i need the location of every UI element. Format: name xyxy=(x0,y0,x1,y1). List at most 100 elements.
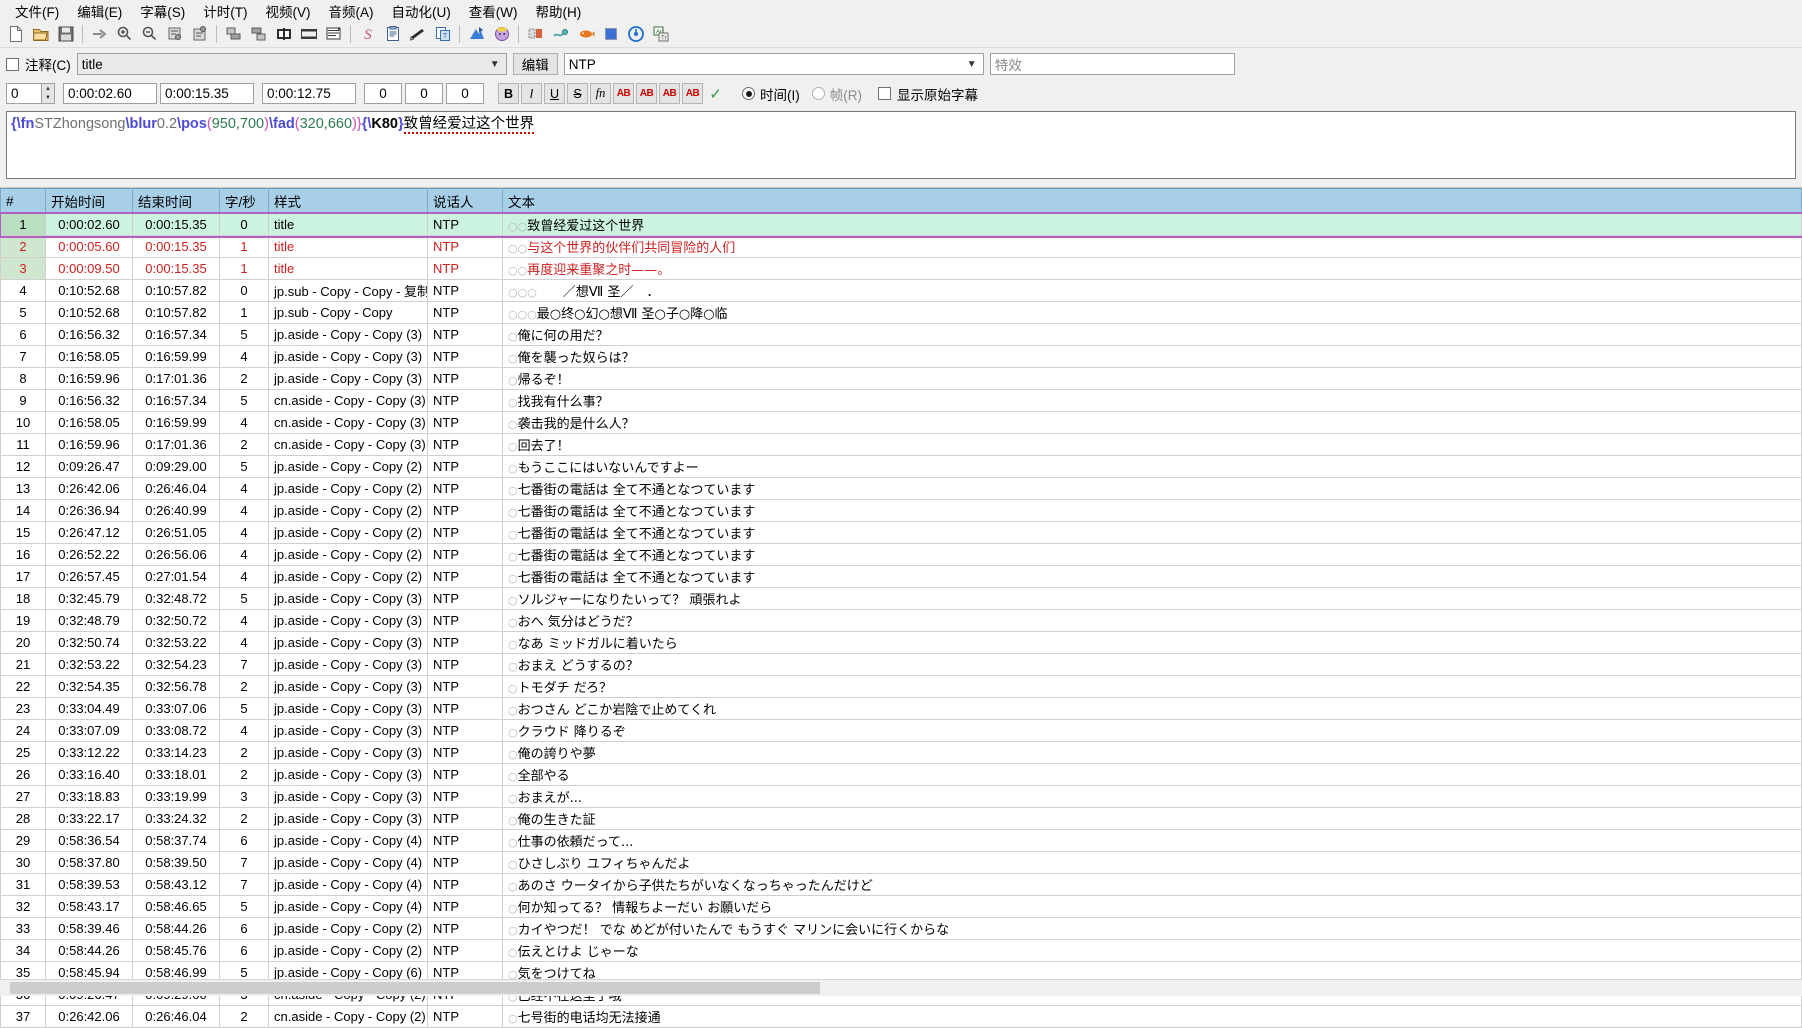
time-radio[interactable] xyxy=(742,87,755,100)
col-header-actor[interactable]: 说话人 xyxy=(428,189,503,214)
style-dropdown[interactable]: title ▼ xyxy=(77,53,507,75)
grid-cell-index[interactable]: 26 xyxy=(1,764,46,786)
grid-cell-text[interactable]: ○俺の生きた証 xyxy=(503,808,1802,830)
timecodes-icon[interactable] xyxy=(623,22,648,46)
grid-cell-index[interactable]: 12 xyxy=(1,456,46,478)
grid-cell-text[interactable]: ○袭击我的是什么人？ xyxy=(503,412,1802,434)
grid-cell-end[interactable]: 0:32:54.23 xyxy=(133,654,220,676)
grid-cell-text[interactable]: ○何か知ってる？ 情報ちよーだい お願いだら xyxy=(503,896,1802,918)
grid-cell-text[interactable]: ○回去了！ xyxy=(503,434,1802,456)
grid-cell-cps[interactable]: 3 xyxy=(220,786,269,808)
grid-cell-end[interactable]: 0:33:08.72 xyxy=(133,720,220,742)
grid-cell-actor[interactable]: NTP xyxy=(428,1006,503,1028)
grid-cell-style[interactable]: jp.aside - Copy - Copy (3) xyxy=(269,698,428,720)
grid-cell-start[interactable]: 0:09:26.47 xyxy=(46,456,133,478)
edit-style-button[interactable]: 编辑 xyxy=(513,53,558,75)
bold-button[interactable]: B xyxy=(498,83,519,104)
grid-cell-text[interactable]: ○俺を襲った奴らは？ xyxy=(503,346,1802,368)
grid-cell-cps[interactable]: 4 xyxy=(220,566,269,588)
grid-cell-text[interactable]: ○七番街の電話は 全て不通となつています xyxy=(503,522,1802,544)
grid-cell-actor[interactable]: NTP xyxy=(428,588,503,610)
grid-cell-cps[interactable]: 1 xyxy=(220,236,269,258)
open-folder-icon[interactable] xyxy=(28,22,53,46)
grid-cell-start[interactable]: 0:32:48.79 xyxy=(46,610,133,632)
col-header-start[interactable]: 开始时间 xyxy=(46,189,133,214)
grid-cell-index[interactable]: 23 xyxy=(1,698,46,720)
grid-cell-actor[interactable]: NTP xyxy=(428,852,503,874)
attachments-icon[interactable] xyxy=(380,22,405,46)
col-header-text[interactable]: 文本 xyxy=(503,189,1802,214)
grid-cell-start[interactable]: 0:32:45.79 xyxy=(46,588,133,610)
grid-cell-start[interactable]: 0:58:36.54 xyxy=(46,830,133,852)
grid-cell-cps[interactable]: 7 xyxy=(220,654,269,676)
grid-cell-cps[interactable]: 5 xyxy=(220,588,269,610)
table-row[interactable]: 340:58:44.260:58:45.766jp.aside - Copy -… xyxy=(1,940,1802,962)
grid-cell-cps[interactable]: 4 xyxy=(220,412,269,434)
grid-cell-cps[interactable]: 0 xyxy=(220,280,269,302)
grid-cell-index[interactable]: 18 xyxy=(1,588,46,610)
grid-cell-end[interactable]: 0:17:01.36 xyxy=(133,434,220,456)
timing-post-icon[interactable] xyxy=(321,22,346,46)
comment-checkbox[interactable] xyxy=(6,58,19,71)
table-row[interactable]: 330:58:39.460:58:44.266jp.aside - Copy -… xyxy=(1,918,1802,940)
grid-cell-text[interactable]: ○おへ 気分はどうだ？ xyxy=(503,610,1802,632)
grid-cell-start[interactable]: 0:00:02.60 xyxy=(46,214,133,236)
margin-vertical-field[interactable]: 0 xyxy=(446,83,484,104)
grid-cell-style[interactable]: jp.aside - Copy - Copy (2) xyxy=(269,456,428,478)
grid-cell-index[interactable]: 24 xyxy=(1,720,46,742)
grid-cell-text[interactable]: ○○与这个世界的伙伴们共同冒险的人们 xyxy=(503,236,1802,258)
grid-cell-cps[interactable]: 1 xyxy=(220,302,269,324)
grid-cell-end[interactable]: 0:16:57.34 xyxy=(133,324,220,346)
margin-left-field[interactable]: 0 xyxy=(364,83,402,104)
grid-cell-index[interactable]: 14 xyxy=(1,500,46,522)
grid-cell-start[interactable]: 0:26:57.45 xyxy=(46,566,133,588)
actor-dropdown[interactable]: NTP ▼ xyxy=(564,53,984,75)
grid-cell-style[interactable]: jp.aside - Copy - Copy (3) xyxy=(269,346,428,368)
duration-field[interactable]: 0:00:12.75 xyxy=(262,83,356,104)
grid-cell-index[interactable]: 5 xyxy=(1,302,46,324)
grid-cell-end[interactable]: 0:32:56.78 xyxy=(133,676,220,698)
grid-cell-cps[interactable]: 5 xyxy=(220,324,269,346)
grid-cell-start[interactable]: 0:58:43.17 xyxy=(46,896,133,918)
grid-cell-actor[interactable]: NTP xyxy=(428,346,503,368)
grid-cell-cps[interactable]: 6 xyxy=(220,830,269,852)
grid-cell-text[interactable]: ○七番街の電話は 全て不通となつています xyxy=(503,500,1802,522)
grid-cell-cps[interactable]: 4 xyxy=(220,720,269,742)
grid-cell-text[interactable]: ○おまえ どうするの？ xyxy=(503,654,1802,676)
grid-cell-actor[interactable]: NTP xyxy=(428,500,503,522)
grid-cell-text[interactable]: ○七番街の電話は 全て不通となつています xyxy=(503,566,1802,588)
grid-cell-actor[interactable]: NTP xyxy=(428,786,503,808)
shift-times-icon[interactable] xyxy=(523,22,548,46)
grid-cell-start[interactable]: 0:32:54.35 xyxy=(46,676,133,698)
select-lines-icon[interactable] xyxy=(598,22,623,46)
grid-cell-cps[interactable]: 4 xyxy=(220,610,269,632)
table-row[interactable]: 90:16:56.320:16:57.345cn.aside - Copy - … xyxy=(1,390,1802,412)
grid-cell-style[interactable]: jp.aside - Copy - Copy (3) xyxy=(269,632,428,654)
grid-cell-text[interactable]: ○カイやつだ！ でな めどが付いたんで もうすぐ マリンに会いに行くからな xyxy=(503,918,1802,940)
horizontal-scrollbar[interactable] xyxy=(0,979,1802,996)
table-row[interactable]: 320:58:43.170:58:46.655jp.aside - Copy -… xyxy=(1,896,1802,918)
grid-cell-style[interactable]: cn.aside - Copy - Copy (3) xyxy=(269,390,428,412)
horizontal-scrollbar-thumb[interactable] xyxy=(10,982,820,994)
grid-cell-style[interactable]: jp.aside - Copy - Copy (3) xyxy=(269,786,428,808)
grid-cell-actor[interactable]: NTP xyxy=(428,390,503,412)
grid-cell-cps[interactable]: 1 xyxy=(220,258,269,280)
grid-cell-index[interactable]: 11 xyxy=(1,434,46,456)
grid-cell-text[interactable]: ○○致曾经爱过这个世界 xyxy=(503,214,1802,236)
grid-cell-index[interactable]: 1 xyxy=(1,214,46,236)
grid-cell-index[interactable]: 15 xyxy=(1,522,46,544)
table-row[interactable]: 250:33:12.220:33:14.232jp.aside - Copy -… xyxy=(1,742,1802,764)
grid-cell-style[interactable]: cn.aside - Copy - Copy (3) xyxy=(269,434,428,456)
grid-cell-cps[interactable]: 4 xyxy=(220,522,269,544)
grid-cell-index[interactable]: 30 xyxy=(1,852,46,874)
table-row[interactable]: 60:16:56.320:16:57.345jp.aside - Copy - … xyxy=(1,324,1802,346)
grid-cell-start[interactable]: 0:16:56.32 xyxy=(46,324,133,346)
table-row[interactable]: 80:16:59.960:17:01.362jp.aside - Copy - … xyxy=(1,368,1802,390)
grid-cell-end[interactable]: 0:16:59.99 xyxy=(133,412,220,434)
grid-cell-end[interactable]: 0:58:46.65 xyxy=(133,896,220,918)
grid-cell-cps[interactable]: 5 xyxy=(220,698,269,720)
jump-to-icon[interactable] xyxy=(87,22,112,46)
grid-cell-end[interactable]: 0:58:43.12 xyxy=(133,874,220,896)
grid-cell-index[interactable]: 29 xyxy=(1,830,46,852)
font-select-button[interactable]: fn xyxy=(590,83,611,104)
